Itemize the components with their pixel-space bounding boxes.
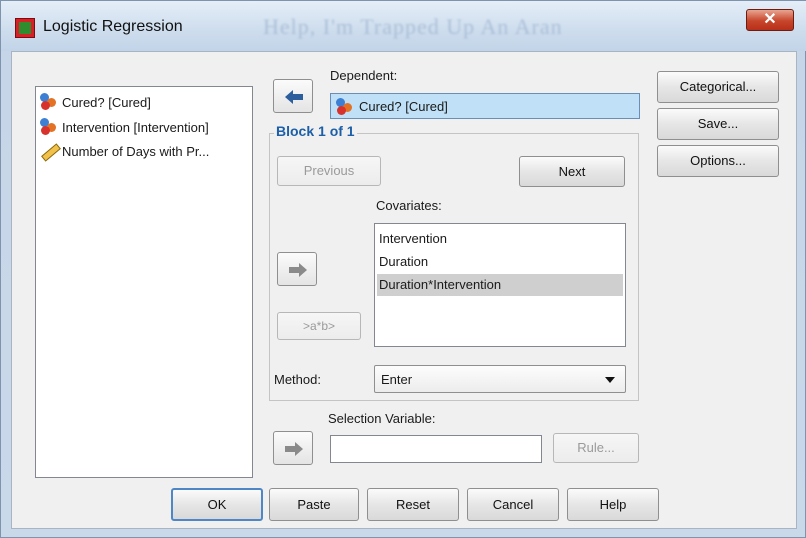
- options-button[interactable]: Options...: [657, 145, 779, 177]
- source-variable-list[interactable]: Cured? [Cured] Intervention [Interventio…: [35, 86, 253, 478]
- window-title: Logistic Regression: [43, 18, 183, 35]
- close-icon: ✕: [763, 11, 777, 28]
- nominal-icon: [40, 93, 58, 111]
- paste-button[interactable]: Paste: [269, 488, 359, 521]
- chevron-down-icon: [605, 377, 615, 383]
- ok-button[interactable]: OK: [171, 488, 263, 521]
- variable-label: Number of Days with Pr...: [62, 143, 210, 159]
- method-dropdown[interactable]: Enter: [374, 365, 626, 393]
- nominal-icon: [40, 118, 58, 136]
- next-button[interactable]: Next: [519, 156, 625, 187]
- block-title: Block 1 of 1: [274, 123, 357, 139]
- list-item[interactable]: Duration: [377, 251, 623, 273]
- cancel-button[interactable]: Cancel: [467, 488, 559, 521]
- variable-label: Intervention [Intervention]: [62, 119, 209, 135]
- selection-variable-label: Selection Variable:: [328, 411, 436, 426]
- dependent-label: Dependent:: [330, 68, 398, 83]
- background-window-title: Help, I'm Trapped Up An Aran: [263, 14, 563, 39]
- variable-label: Cured? [Cured]: [62, 94, 151, 110]
- covariates-label: Covariates:: [376, 198, 442, 213]
- dependent-field[interactable]: Cured? [Cured]: [330, 93, 640, 119]
- method-value: Enter: [381, 372, 413, 387]
- interaction-button[interactable]: >a*b>: [277, 312, 361, 340]
- list-item[interactable]: Intervention: [377, 228, 623, 250]
- covariates-list[interactable]: Intervention Duration Duration*Intervent…: [374, 223, 626, 347]
- title-bar[interactable]: Logistic Regression Help, I'm Trapped Up…: [1, 1, 806, 51]
- categorical-button[interactable]: Categorical...: [657, 71, 779, 103]
- spss-app-icon: [15, 18, 35, 38]
- rule-button[interactable]: Rule...: [553, 433, 639, 463]
- list-item[interactable]: Number of Days with Pr...: [40, 141, 209, 161]
- move-to-selection-button[interactable]: [273, 431, 313, 465]
- list-item[interactable]: Cured? [Cured]: [40, 92, 151, 112]
- arrow-right-icon: [289, 263, 307, 277]
- close-button[interactable]: ✕: [746, 9, 794, 31]
- list-item-selected[interactable]: Duration*Intervention: [377, 274, 623, 296]
- save-button[interactable]: Save...: [657, 108, 779, 140]
- scale-icon: [40, 142, 58, 160]
- list-item[interactable]: Intervention [Intervention]: [40, 117, 209, 137]
- help-button[interactable]: Help: [567, 488, 659, 521]
- arrow-left-icon: [285, 90, 303, 104]
- previous-button[interactable]: Previous: [277, 156, 381, 186]
- selection-variable-field[interactable]: [330, 435, 542, 463]
- reset-button[interactable]: Reset: [367, 488, 459, 521]
- logistic-regression-dialog: Logistic Regression Help, I'm Trapped Up…: [0, 0, 806, 538]
- method-label: Method:: [274, 372, 321, 387]
- arrow-right-icon: [285, 442, 303, 456]
- dependent-value: Cured? [Cured]: [359, 99, 448, 114]
- move-to-dependent-button[interactable]: [273, 79, 313, 113]
- move-to-covariates-button[interactable]: [277, 252, 317, 286]
- nominal-icon: [336, 98, 354, 116]
